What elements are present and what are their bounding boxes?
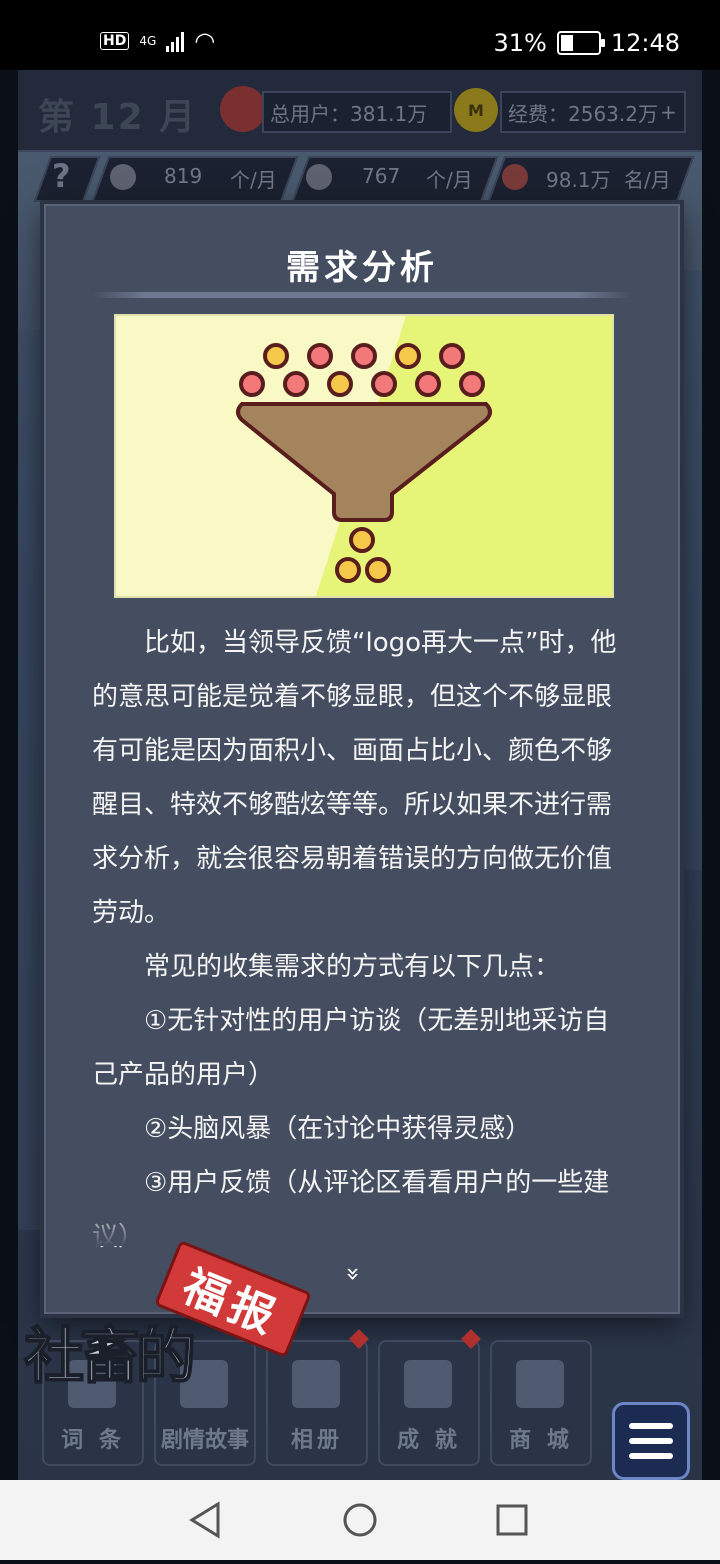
lightbulb-icon <box>110 164 136 190</box>
ideas-unit: 个/月 <box>230 168 277 192</box>
ball-icon <box>349 527 375 553</box>
ball-icon <box>307 343 333 369</box>
ball-icon <box>283 371 309 397</box>
coin-symbol: M <box>468 100 484 120</box>
funnel-svg <box>236 316 612 596</box>
body-paragraph: ①无针对性的用户访谈（无差别地采访自己产品的用户） <box>92 1006 610 1090</box>
ball-icon <box>439 343 465 369</box>
background-building <box>678 270 702 870</box>
background-building <box>18 330 44 1230</box>
dialog-body: 比如，当领导反馈“logo再大一点”时，他的意思可能是觉着不够显眼，但这个不够显… <box>92 616 632 1264</box>
system-nav-icons <box>189 1501 528 1539</box>
funds-label: 经费：2563.2万 <box>508 101 658 126</box>
users-value: 98.1万 <box>546 168 611 192</box>
hd-icon: HD <box>100 32 130 50</box>
status-left: HD 4G ◠ <box>100 26 215 56</box>
tutorial-dialog[interactable]: 需求分析 比如，当领导反馈“logo再大一点”时，他的意思可能是觉着不够显眼，但… <box>44 204 680 1314</box>
home-icon[interactable] <box>343 1503 377 1537</box>
help-button[interactable]: ? <box>52 157 71 195</box>
game-logo: 社畜的 福报 <box>23 1239 324 1393</box>
battery-percent: 31% <box>493 29 547 57</box>
scroll-down-icon[interactable]: » <box>339 1267 367 1282</box>
nav-shop[interactable]: 商 城 <box>490 1340 592 1466</box>
funnel-illustration <box>114 314 614 598</box>
nav-label: 剧情故事 <box>160 1428 249 1453</box>
coin-icon: M <box>454 88 498 132</box>
wrench-icon <box>306 164 332 190</box>
battery-fill <box>560 35 573 51</box>
logo-stamp-text: 福报 <box>175 1260 288 1346</box>
cart-icon <box>516 1360 564 1408</box>
status-bar: HD 4G ◠ 31% 12:48 <box>0 0 720 70</box>
status-right: 31% 12:48 <box>493 26 680 60</box>
users-unit: 名/月 <box>624 168 671 192</box>
recents-icon[interactable] <box>496 1504 528 1536</box>
ball-icon <box>415 371 441 397</box>
back-icon[interactable] <box>189 1501 220 1539</box>
user-icon <box>502 164 528 190</box>
ball-icon <box>371 371 397 397</box>
body-paragraph: 常见的收集需求的方式有以下几点： <box>144 952 561 982</box>
ball-icon <box>335 557 361 583</box>
nav-label: 相册 <box>290 1428 343 1453</box>
tools-unit: 个/月 <box>426 168 473 192</box>
text-fade <box>46 1206 678 1246</box>
ball-icon <box>263 343 289 369</box>
scroll-down-glyph: » <box>339 1266 368 1282</box>
nav-label: 成 就 <box>397 1428 461 1453</box>
title-divider <box>92 292 632 298</box>
network-label: 4G <box>139 34 157 48</box>
clock: 12:48 <box>610 29 680 57</box>
menu-icon <box>629 1423 673 1429</box>
body-paragraph: 比如，当领导反馈“logo再大一点”时，他的意思可能是觉着不够显眼，但这个不够显… <box>92 628 617 928</box>
ideas-value: 819 <box>164 164 203 188</box>
users-icon <box>220 86 266 132</box>
ball-icon <box>351 343 377 369</box>
logo-text: 社畜的 <box>23 1321 197 1393</box>
menu-button[interactable] <box>612 1402 690 1480</box>
funds: 经费：2563.2万 + <box>500 91 686 133</box>
ball-icon <box>395 343 421 369</box>
trophy-icon <box>404 1360 452 1408</box>
nav-achievements[interactable]: 成 就 <box>378 1340 480 1466</box>
nav-label: 词 条 <box>61 1428 125 1453</box>
ball-icon <box>365 557 391 583</box>
nav-label: 商 城 <box>509 1428 573 1453</box>
menu-icon <box>629 1453 673 1459</box>
menu-icon <box>629 1438 673 1444</box>
month-label: 第 12 月 <box>38 97 198 138</box>
battery-icon <box>556 31 605 55</box>
wifi-icon: ◠ <box>194 27 216 55</box>
tools-value: 767 <box>362 164 401 188</box>
ball-icon <box>459 371 485 397</box>
dialog-title: 需求分析 <box>286 248 438 288</box>
body-paragraph: ②头脑风暴（在讨论中获得灵感） <box>144 1114 532 1144</box>
ball-icon <box>239 371 265 397</box>
total-users: 总用户：381.1万 <box>262 91 452 133</box>
add-funds-button[interactable]: + <box>660 100 677 124</box>
total-users-label: 总用户：381.1万 <box>270 101 428 126</box>
system-navigation-bar <box>0 1480 720 1560</box>
ball-icon <box>327 371 353 397</box>
signal-icon <box>166 30 185 52</box>
